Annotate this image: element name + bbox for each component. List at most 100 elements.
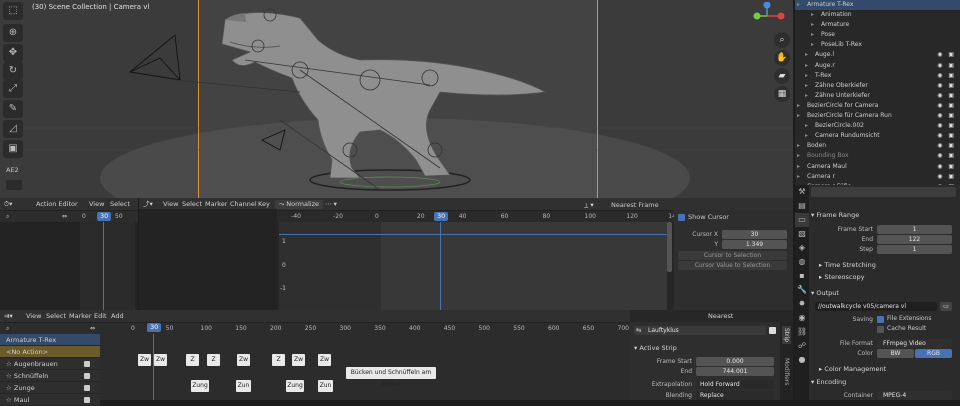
output-header[interactable]: ▾ Output	[811, 287, 839, 299]
track-checkbox[interactable]	[84, 373, 90, 379]
vertical-scrollbar[interactable]	[667, 222, 672, 272]
menu-marker[interactable]: Marker	[69, 310, 91, 323]
cache-result-checkbox[interactable]	[877, 326, 884, 333]
nla-channel[interactable]: ☆ Maul	[0, 394, 100, 406]
strip-end-field[interactable]: 744.001	[696, 367, 774, 376]
track-checkbox[interactable]	[84, 385, 90, 391]
frame-step-field[interactable]: 1	[877, 245, 952, 254]
nla-strip[interactable]: Zun	[318, 380, 333, 392]
properties-search[interactable]	[811, 187, 956, 197]
material-tab-icon[interactable]: ●	[795, 353, 809, 367]
3d-viewport[interactable]: (30) Scene Collection | Camera vl ⬚ ⊕ ✥ …	[0, 0, 793, 198]
menu-edit[interactable]: Edit	[94, 310, 107, 323]
outliner-row[interactable]: ▸ Bounding Box ◉ ▣	[795, 151, 960, 161]
encoding-header[interactable]: ▾ Encoding	[811, 376, 846, 388]
track-checkbox[interactable]	[84, 361, 90, 367]
nla-strip[interactable]: Zun	[236, 380, 251, 392]
frame-range-header[interactable]: ▾ Frame Range	[811, 209, 859, 221]
visibility-icons[interactable]: ◉ ▣	[937, 141, 956, 151]
nla-channel[interactable]: ☆ Zunge	[0, 382, 100, 394]
nla-strip[interactable]: Z	[272, 354, 285, 366]
outliner-row[interactable]: ▸ Auge.l ◉ ▣	[795, 50, 960, 60]
expand-arrow-icon[interactable]: ▸	[797, 172, 800, 182]
select-icon[interactable]: ⬚	[3, 2, 23, 20]
tool-tab-icon[interactable]: ⚒	[795, 185, 809, 199]
expand-arrow-icon[interactable]: ▸	[805, 121, 808, 131]
nla-type-icon[interactable]: ⇉▾	[4, 310, 13, 323]
container-dropdown[interactable]: MPEG-4	[877, 391, 952, 400]
filter-icon[interactable]: ⋯ ▾	[325, 198, 337, 211]
snap-dropdown[interactable]: Nearest Frame	[611, 201, 659, 209]
show-cursor-checkbox[interactable]	[678, 214, 685, 221]
current-frame-marker[interactable]: 30	[147, 323, 162, 332]
menu-select[interactable]: Select	[46, 310, 66, 323]
color-rgb-button[interactable]: RGB	[915, 349, 952, 358]
outliner-row[interactable]: ▸ BezierCircle.002 ◉ ▣	[795, 121, 960, 131]
annotate-icon[interactable]: ✎	[3, 100, 23, 118]
tab-strip[interactable]: Strip	[782, 326, 791, 345]
pan-icon[interactable]: ✋	[774, 50, 790, 66]
rotate-icon[interactable]: ↻	[3, 62, 23, 80]
file-format-dropdown[interactable]: FFmpeg Video	[877, 339, 952, 348]
nla-channel[interactable]: ☆ Augenbrauen	[0, 358, 100, 370]
expand-arrow-icon[interactable]: ▸	[805, 50, 808, 60]
editor-type-icon[interactable]: ⏱▾	[4, 198, 12, 211]
zoom-icon[interactable]: ⌕	[774, 32, 790, 48]
stereoscopy-header[interactable]: ▸ Stereoscopy	[819, 271, 864, 283]
expand-arrow-icon[interactable]: ▸	[797, 101, 800, 111]
nla-channel[interactable]: Armature T-Rex	[0, 334, 100, 346]
nla-strip[interactable]: Z	[207, 354, 220, 366]
nla-strip[interactable]: Zw	[154, 354, 167, 366]
nla-strip-panel[interactable]: Lauftyklus ⇆ ▾ Active Strip Frame Start …	[630, 322, 780, 400]
visibility-icons[interactable]: ◉ ▣	[937, 91, 956, 101]
nla-strip[interactable]: Zw	[237, 354, 250, 366]
outliner-row[interactable]: ▸ PoseLib T-Rex	[795, 40, 960, 50]
nla-ruler[interactable]: ⌕ ⇔ 0 50 100 150 200 250 300 350 400 450 500 550 600…	[0, 323, 630, 334]
action-editor-mode[interactable]: Action Editor	[36, 198, 78, 211]
visibility-icons[interactable]: ◉ ▣	[937, 151, 956, 161]
expand-arrow-icon[interactable]: ▸	[797, 0, 800, 10]
expand-arrow-icon[interactable]: ▸	[797, 141, 800, 151]
color-bw-button[interactable]: BW	[877, 349, 914, 358]
strip-frame-start-field[interactable]: 0.000	[696, 357, 774, 366]
physics-tab-icon[interactable]: ◉	[795, 311, 809, 325]
normalize-toggle[interactable]: ⤳ Normalize	[275, 200, 324, 209]
menu-view[interactable]: View	[26, 310, 41, 323]
track-checkbox[interactable]	[84, 397, 90, 403]
outliner-row[interactable]: ▸ Boden ◉ ▣	[795, 141, 960, 151]
outliner-row[interactable]: ▸ Armature T-Rex	[795, 0, 960, 11]
measure-icon[interactable]: ◿	[3, 120, 23, 138]
cursor-x-field[interactable]: 30	[722, 230, 787, 239]
visibility-icons[interactable]: ◉ ▣	[937, 111, 956, 121]
expand-arrow-icon[interactable]: ▸	[797, 162, 800, 172]
extrapolation-dropdown[interactable]: Hold Forward	[696, 380, 774, 389]
move-icon[interactable]: ✥	[3, 44, 23, 62]
blending-dropdown[interactable]: Replace	[696, 391, 774, 400]
outliner-row[interactable]: ▸ Zähne Oberkiefer ◉ ▣	[795, 81, 960, 91]
outliner-row[interactable]: ▸ Auge.r ◉ ▣	[795, 61, 960, 71]
nla-strip[interactable]: Zw	[318, 354, 331, 366]
modifier-tab-icon[interactable]: 🔧	[795, 283, 809, 297]
nla-strip[interactable]: Z	[186, 354, 199, 366]
action-editor-ruler[interactable]: ⌕ ⇔ 0 50	[0, 211, 138, 222]
search-icon[interactable]: ⌕	[6, 211, 9, 222]
menu-select[interactable]: Select	[110, 198, 130, 211]
strip-enable-checkbox[interactable]	[769, 327, 776, 334]
particles-tab-icon[interactable]: ✸	[795, 297, 809, 311]
tab-modifiers[interactable]: Modifiers	[782, 356, 791, 387]
folder-icon[interactable]: ▭	[940, 302, 952, 311]
outliner-row[interactable]: ▸ Animation	[795, 10, 960, 20]
graph-area[interactable]	[279, 222, 667, 310]
visibility-icons[interactable]: ◉ ▣	[937, 81, 956, 91]
nla-strip[interactable]: Zung	[286, 380, 304, 392]
cursor-icon[interactable]: ⊕	[3, 24, 23, 42]
playhead[interactable]	[153, 334, 154, 400]
expand-arrow-icon[interactable]: ▸	[805, 71, 808, 81]
view-layer-tab-icon[interactable]: ▧	[795, 227, 809, 241]
visibility-icons[interactable]: ◉ ▣	[937, 131, 956, 141]
visibility-icons[interactable]: ◉ ▣	[937, 50, 956, 60]
nla-strip-long[interactable]: Bücken und Schnüffeln am Boden	[346, 367, 436, 388]
visibility-icons[interactable]: ◉ ▣	[937, 61, 956, 71]
action-editor[interactable]: ⏱▾ Action Editor View Select ⌕ ⇔ 0 50 30	[0, 198, 138, 310]
active-strip-header[interactable]: ▾ Active Strip	[634, 342, 677, 354]
